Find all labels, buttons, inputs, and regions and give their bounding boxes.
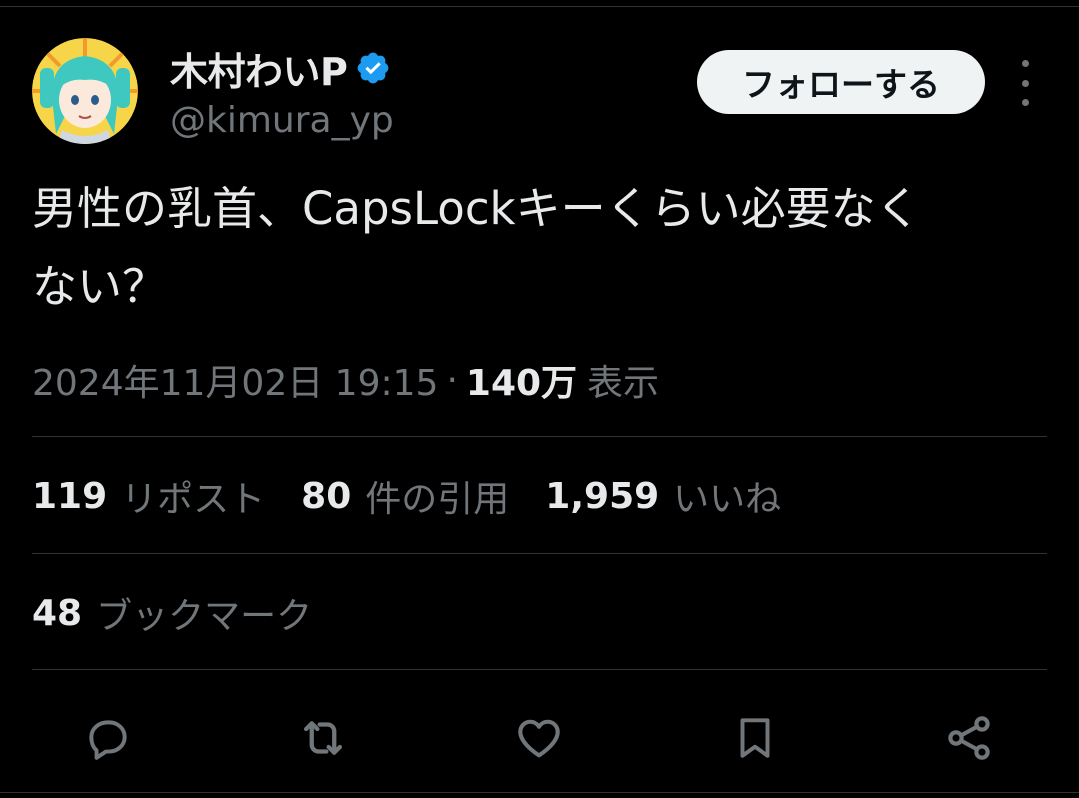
quotes-stat[interactable]: 80 件の引用: [301, 470, 509, 522]
action-bar: [32, 700, 1047, 776]
bookmarks-count: 48: [32, 592, 83, 634]
bookmarks-label: ブックマーク: [96, 596, 313, 637]
more-dot: [1021, 99, 1029, 106]
reposts-count: 119: [32, 475, 108, 517]
likes-stat[interactable]: 1,959 いいね: [545, 470, 781, 522]
tweet-meta: 2024年11月02日 19:15 · 140万 表示: [32, 352, 659, 408]
meta-separator: ·: [446, 359, 458, 401]
bookmarks-stat[interactable]: 48 ブックマーク: [32, 587, 312, 639]
verified-badge-icon[interactable]: [355, 50, 391, 86]
bottom-divider: [0, 792, 1079, 793]
display-name-row[interactable]: 木村わいP: [170, 40, 394, 96]
quotes-count: 80: [301, 475, 352, 517]
likes-count: 1,959: [545, 475, 660, 517]
share-icon[interactable]: [939, 700, 999, 776]
bookmark-icon[interactable]: [725, 700, 785, 776]
likes-label: いいね: [673, 479, 782, 520]
top-divider: [0, 6, 1079, 7]
more-dot: [1021, 79, 1029, 87]
divider: [32, 669, 1047, 670]
repost-icon[interactable]: [293, 700, 353, 776]
views-count[interactable]: 140万: [466, 354, 577, 406]
bookmark-stats: 48 ブックマーク: [32, 583, 348, 643]
reply-icon[interactable]: [78, 700, 138, 776]
handle[interactable]: @kimura_yp: [170, 100, 394, 141]
more-dot: [1021, 60, 1029, 67]
display-name[interactable]: 木村わいP: [170, 41, 348, 96]
engagement-stats: 119 リポスト 80 件の引用 1,959 いいね: [32, 466, 817, 526]
tweet-header: 木村わいP @kimura_yp フォローする: [32, 38, 1047, 148]
author-names: 木村わいP @kimura_yp: [170, 40, 394, 142]
avatar[interactable]: [32, 38, 138, 144]
follow-button[interactable]: フォローする: [697, 50, 985, 114]
tweet-text: 男性の乳首、CapsLockキーくらい必要なく ない？: [32, 182, 921, 313]
more-vertical-icon[interactable]: [1010, 60, 1040, 106]
timestamp[interactable]: 2024年11月02日 19:15: [32, 354, 438, 406]
heart-icon[interactable]: [509, 700, 569, 776]
divider: [32, 436, 1047, 437]
reposts-label: リポスト: [121, 479, 266, 520]
views-label: 表示: [587, 363, 660, 404]
reposts-stat[interactable]: 119 リポスト: [32, 470, 265, 522]
divider: [32, 553, 1047, 554]
quotes-label: 件の引用: [365, 479, 510, 520]
avatar-image: [32, 38, 138, 144]
